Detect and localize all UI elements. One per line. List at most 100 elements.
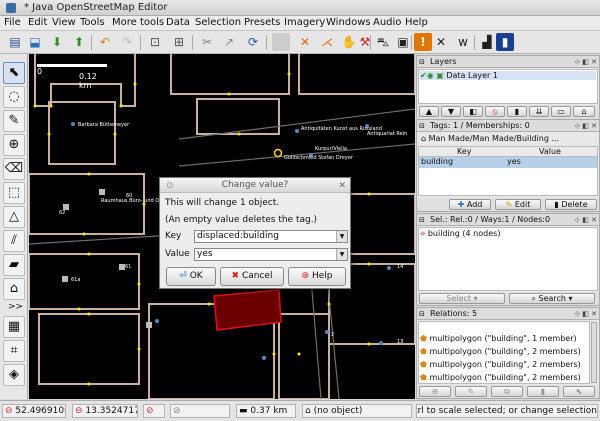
layers-panel: ⊟ Layers ⊹ ◧ ✕ ✔◉ ▣ Data Layer 1 ▲ ▼ ◧ ⦸… — [416, 55, 600, 118]
select-button[interactable]: Select ▾ — [419, 293, 505, 304]
ok-button[interactable]: ⏎ OK — [166, 267, 216, 286]
table-row[interactable]: building yes — [419, 157, 597, 168]
chevron-down-icon[interactable]: ▼ — [336, 231, 347, 242]
draw-icon[interactable]: ✎ — [3, 110, 25, 132]
panel-controls-icon[interactable]: ⊹ ◧ ✕ — [574, 120, 597, 131]
list-item[interactable]: ⟡ building (4 nodes) — [420, 229, 500, 239]
menu-view[interactable]: View — [52, 17, 76, 28]
delete-tool-icon[interactable]: ⌫ — [3, 158, 25, 180]
lasso-icon[interactable]: ◌ — [3, 86, 25, 108]
opacity-icon[interactable]: ▮ — [507, 106, 527, 117]
activate-icon[interactable]: ◧ — [463, 106, 483, 117]
key-field[interactable]: displaced:building — [197, 231, 279, 241]
panel-controls-icon[interactable]: ⊹ ◧ ✕ — [574, 56, 597, 67]
search-button[interactable]: ⌕ Search ▾ — [509, 293, 595, 304]
zoom-icon[interactable]: ⊞ — [170, 33, 188, 51]
tag-key[interactable]: building — [421, 157, 453, 166]
key-combobox[interactable]: displaced:building ▼ — [194, 230, 348, 243]
cross-icon[interactable]: ✕ — [432, 33, 450, 51]
tag-value[interactable]: yes — [507, 157, 521, 166]
value-field[interactable]: yes — [197, 249, 213, 259]
collapse-icon[interactable]: ⊟ — [419, 308, 425, 319]
refresh-icon[interactable]: ⟳ — [244, 33, 262, 51]
w-icon[interactable]: w — [454, 33, 472, 51]
collapse-icon[interactable]: ⊟ — [419, 56, 425, 67]
cancel-button[interactable]: ✖ Cancel — [220, 267, 284, 286]
pin-icon[interactable]: ◈ — [3, 364, 25, 386]
menu-tools[interactable]: Tools — [80, 17, 105, 28]
close-icon[interactable]: ✕ — [338, 179, 346, 194]
undo-icon[interactable]: ↶ — [96, 33, 114, 51]
map-label: 61a — [71, 277, 81, 283]
collapse-icon[interactable]: ⊟ — [419, 120, 425, 131]
list-item[interactable]: ⬟ multipolygon ("building", 2 members) — [420, 373, 581, 382]
menu-data[interactable]: Data — [166, 17, 190, 28]
delete-button[interactable]: ▮ Delete — [545, 199, 597, 210]
save-icon[interactable]: ⬓ — [26, 33, 44, 51]
menu-edit[interactable]: Edit — [28, 17, 47, 28]
dialog-menu-icon[interactable]: ⊙ — [166, 179, 174, 194]
collapse-icon[interactable]: ⊟ — [419, 214, 425, 225]
tag-icon[interactable]: ⌗ — [3, 340, 25, 362]
tag-table: Key Value building yes — [418, 146, 598, 196]
list-item[interactable]: ⬟ multipolygon ("building", 2 members) — [420, 347, 581, 356]
duplicate-relation-icon[interactable]: ⧉ — [491, 386, 523, 397]
menu-audio[interactable]: Audio — [373, 17, 401, 28]
audio-icon[interactable]: ▮ — [496, 33, 514, 51]
move-up-icon[interactable]: ▲ — [419, 106, 439, 117]
car-icon[interactable]: ⛍ — [374, 33, 392, 51]
select-relation-icon[interactable]: ⬉ — [563, 386, 595, 397]
list-item[interactable]: ⬟ multipolygon ("building", 1 member) — [420, 334, 577, 343]
building-tool-icon[interactable]: ▰ — [3, 254, 25, 276]
address-icon[interactable]: ⌂ — [3, 278, 25, 300]
menu-selection[interactable]: Selection — [195, 17, 241, 28]
upload-icon[interactable]: ⬆ — [70, 33, 88, 51]
combine-icon[interactable]: ↗ — [220, 33, 238, 51]
menu-imagery[interactable]: Imagery — [284, 17, 325, 28]
menu-windows[interactable]: Windows — [326, 17, 371, 28]
blank-icon[interactable] — [272, 33, 290, 51]
extrude-icon[interactable]: ⬚ — [3, 182, 25, 204]
menu-more-tools[interactable]: More tools — [112, 17, 164, 28]
bus-icon[interactable]: ▣ — [394, 33, 412, 51]
preset-link[interactable]: ⌂ Man Made/Man Made/Building ... — [421, 134, 559, 143]
grid-icon[interactable]: ▦ — [3, 316, 25, 338]
preferences-icon[interactable]: ⊡ — [146, 33, 164, 51]
add-button[interactable]: ✚ Add — [449, 199, 491, 210]
delete-layer-icon[interactable]: ⌂ — [573, 106, 595, 117]
visible-icon[interactable]: ✔◉ — [420, 71, 434, 80]
list-item[interactable]: ⬟ multipolygon ("building", 2 members) — [420, 360, 581, 369]
layer-row[interactable]: ✔◉ ▣ Data Layer 1 — [420, 71, 596, 80]
value-combobox[interactable]: yes ▼ — [194, 248, 348, 261]
menu-file[interactable]: File — [4, 17, 21, 28]
orthogonalize-icon[interactable]: ✕ — [296, 33, 314, 51]
download-icon[interactable]: ⬇ — [48, 33, 66, 51]
visibility-icon[interactable]: ⦸ — [485, 106, 505, 117]
zoom-tool-icon[interactable]: ⊕ — [3, 134, 25, 156]
merge-icon[interactable]: ⇊ — [529, 106, 549, 117]
menu-presets[interactable]: Presets — [244, 17, 280, 28]
parallel-icon[interactable]: ⫽ — [3, 230, 25, 252]
redo-icon[interactable]: ↷ — [118, 33, 136, 51]
panel-controls-icon[interactable]: ⊹ ◧ ✕ — [574, 214, 597, 225]
warning-icon[interactable]: ! — [414, 33, 432, 51]
align-icon[interactable]: ⋌ — [318, 33, 336, 51]
chevron-down-icon[interactable]: ▼ — [336, 249, 347, 260]
tool-icon[interactable]: ⚒ — [356, 33, 374, 51]
help-button[interactable]: ⊛ Help — [288, 267, 346, 286]
move-down-icon[interactable]: ▼ — [441, 106, 461, 117]
edit-relation-icon[interactable]: ✎ — [455, 386, 487, 397]
new-relation-icon[interactable]: ⊕ — [419, 386, 451, 397]
relations-scrollbar[interactable] — [591, 322, 597, 383]
more-tools-icon[interactable]: >> — [8, 302, 23, 312]
delete-relation-icon[interactable]: ▮ — [527, 386, 559, 397]
menu-help[interactable]: Help — [405, 17, 428, 28]
measure-icon[interactable]: △ — [3, 206, 25, 228]
open-file-icon[interactable]: ▤ — [6, 33, 24, 51]
factory-icon[interactable]: ▟ — [478, 33, 496, 51]
split-way-icon[interactable]: ✂ — [198, 33, 216, 51]
panel-controls-icon[interactable]: ⊹ ◧ ✕ — [574, 308, 597, 319]
select-tool-icon[interactable]: ⬉ — [3, 62, 25, 84]
edit-button[interactable]: ✎ Edit — [495, 199, 541, 210]
duplicate-icon[interactable]: ▭ — [551, 106, 571, 117]
